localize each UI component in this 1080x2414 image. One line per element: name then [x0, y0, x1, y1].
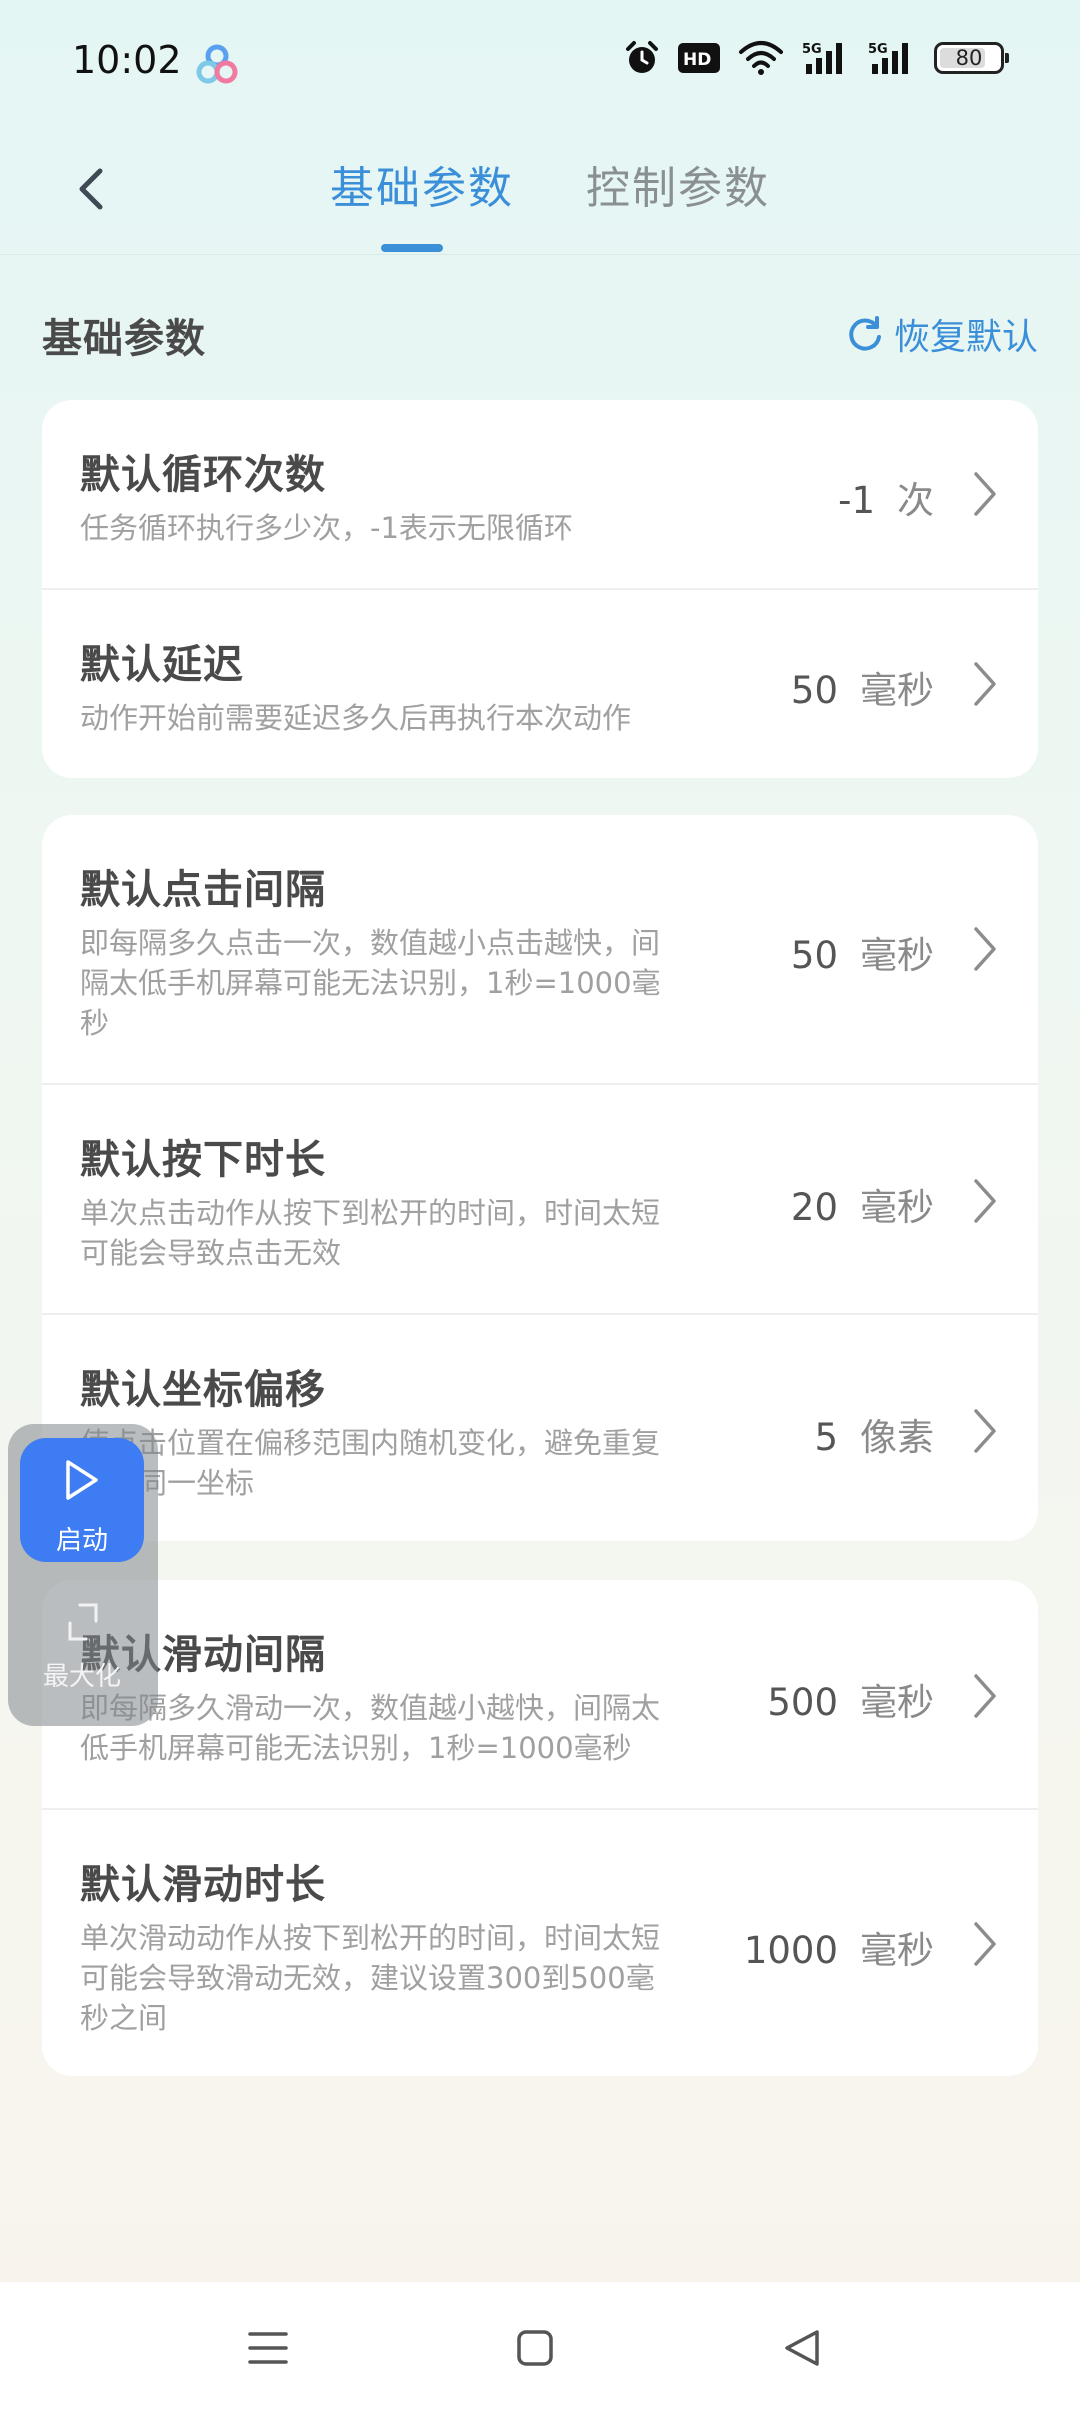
setting-value-unit: 毫秒 — [860, 1186, 934, 1229]
setting-value-number: 5 — [814, 1416, 838, 1459]
setting-value: 50 毫秒 — [791, 925, 934, 979]
chevron-right-icon — [974, 927, 996, 971]
chevron-right-icon — [974, 1674, 996, 1718]
settings-card-general: 默认循环次数 任务循环执行多少次，-1表示无限循环 -1 次 默认延迟 动作开始… — [42, 400, 1038, 778]
app-logo-icon — [196, 44, 238, 84]
status-bar: 10:02 HD 5G 5G 80 — [0, 0, 1080, 126]
settings-card-click: 默认点击间隔 即每隔多久点击一次，数值越小点击越快，间隔太低手机屏幕可能无法识别… — [42, 815, 1038, 1541]
svg-text:5G: 5G — [802, 42, 822, 57]
setting-value-unit: 毫秒 — [860, 669, 934, 712]
setting-value: -1 次 — [838, 470, 934, 524]
setting-value-number: -1 — [838, 479, 875, 522]
back-triangle-icon — [785, 2330, 819, 2366]
setting-value-unit: 毫秒 — [860, 934, 934, 977]
start-label: 启动 — [55, 1526, 108, 1556]
chevron-left-icon — [79, 168, 103, 210]
setting-row-swipe-interval[interactable]: 默认滑动间隔 即每隔多久滑动一次，数值越小越快，间隔太低手机屏幕可能无法识别，1… — [42, 1580, 1038, 1808]
setting-title: 默认延迟 — [80, 642, 244, 688]
chevron-right-icon — [974, 472, 996, 516]
section-title: 基础参数 — [42, 316, 206, 362]
5g-signal-icon: 5G — [802, 42, 842, 74]
setting-description: 使点击位置在偏移范围内随机变化，避免重复点击同一坐标 — [80, 1426, 661, 1500]
setting-row-loop-count[interactable]: 默认循环次数 任务循环执行多少次，-1表示无限循环 -1 次 — [42, 400, 1038, 588]
chevron-right-icon — [974, 1179, 996, 1223]
home-square-icon — [517, 2330, 553, 2366]
setting-row-press-duration[interactable]: 默认按下时长 单次点击动作从按下到松开的时间，时间太短可能会导致点击无效 20 … — [42, 1083, 1038, 1313]
restore-default-button[interactable]: 恢复默认 — [846, 308, 1038, 360]
setting-value: 500 毫秒 — [767, 1672, 934, 1726]
maximize-label: 最大化 — [42, 1662, 121, 1692]
5g-signal-icon: 5G — [868, 42, 908, 74]
chevron-right-icon — [974, 1922, 996, 1966]
battery-icon: 80 — [934, 42, 1009, 74]
settings-card-swipe: 默认滑动间隔 即每隔多久滑动一次，数值越小越快，间隔太低手机屏幕可能无法识别，1… — [42, 1580, 1038, 2076]
setting-description: 任务循环执行多少次，-1表示无限循环 — [80, 511, 573, 545]
refresh-icon — [849, 316, 881, 351]
floating-control-panel[interactable]: 启动 最大化 — [8, 1424, 158, 1726]
setting-title: 默认按下时长 — [80, 1137, 326, 1183]
hd-icon: HD — [678, 43, 720, 73]
tab-control-params[interactable]: 控制参数 — [586, 152, 770, 216]
nav-home-button[interactable] — [505, 2318, 565, 2378]
back-button[interactable] — [64, 158, 118, 220]
chevron-right-icon — [974, 662, 996, 706]
setting-value-unit: 毫秒 — [860, 1681, 934, 1724]
maximize-button[interactable]: 最大化 — [20, 1594, 144, 1714]
setting-title: 默认滑动时长 — [80, 1862, 326, 1908]
active-tab-indicator — [381, 244, 443, 252]
setting-value: 20 毫秒 — [791, 1177, 934, 1231]
tab-basic-params[interactable]: 基础参数 — [330, 152, 514, 216]
setting-title: 默认点击间隔 — [80, 867, 326, 913]
setting-row-swipe-duration[interactable]: 默认滑动时长 单次滑动动作从按下到松开的时间，时间太短可能会导致滑动无效，建议设… — [42, 1808, 1038, 2076]
setting-description: 动作开始前需要延迟多久后再执行本次动作 — [80, 701, 632, 735]
setting-description: 单次滑动动作从按下到松开的时间，时间太短可能会导致滑动无效，建议设置300到50… — [80, 1921, 661, 2035]
setting-row-coordinate-offset[interactable]: 默认坐标偏移 使点击位置在偏移范围内随机变化，避免重复点击同一坐标 5 像素 — [42, 1313, 1038, 1541]
battery-level: 80 — [955, 46, 983, 70]
maximize-icon — [68, 1603, 98, 1641]
menu-icon — [248, 2332, 288, 2364]
chevron-right-icon — [974, 1409, 996, 1453]
setting-value-number: 500 — [767, 1681, 838, 1724]
nav-back-button[interactable] — [772, 2318, 832, 2378]
setting-title: 默认坐标偏移 — [80, 1367, 326, 1413]
restore-default-label: 恢复默认 — [893, 317, 1038, 358]
setting-row-delay[interactable]: 默认延迟 动作开始前需要延迟多久后再执行本次动作 50 毫秒 — [42, 588, 1038, 778]
setting-value-number: 50 — [790, 934, 838, 977]
setting-value-number: 20 — [790, 1186, 838, 1229]
play-icon — [66, 1460, 98, 1500]
setting-value: 1000 毫秒 — [744, 1920, 934, 1974]
top-tab-bar: 基础参数 控制参数 — [0, 126, 1080, 255]
setting-value-number: 50 — [790, 669, 838, 712]
setting-value: 50 毫秒 — [791, 660, 934, 714]
wifi-icon — [739, 41, 783, 75]
setting-description: 单次点击动作从按下到松开的时间，时间太短可能会导致点击无效 — [80, 1196, 661, 1270]
svg-text:5G: 5G — [868, 42, 888, 57]
setting-title: 默认循环次数 — [80, 452, 326, 498]
setting-value: 5 像素 — [814, 1407, 934, 1461]
nav-menu-button[interactable] — [238, 2318, 298, 2378]
svg-text:HD: HD — [683, 50, 711, 70]
setting-value-unit: 像素 — [860, 1416, 934, 1459]
alarm-icon — [626, 41, 658, 73]
setting-row-click-interval[interactable]: 默认点击间隔 即每隔多久点击一次，数值越小点击越快，间隔太低手机屏幕可能无法识别… — [42, 815, 1038, 1083]
setting-value-number: 1000 — [743, 1929, 838, 1972]
start-button[interactable]: 启动 — [20, 1438, 144, 1562]
system-navigation-bar — [0, 2282, 1080, 2414]
setting-value-unit: 次 — [897, 479, 934, 522]
status-icons: HD 5G 5G 80 — [624, 40, 1009, 76]
setting-description: 即每隔多久滑动一次，数值越小越快，间隔太低手机屏幕可能无法识别，1秒=1000毫… — [80, 1691, 661, 1765]
setting-description: 即每隔多久点击一次，数值越小点击越快，间隔太低手机屏幕可能无法识别，1秒=100… — [80, 926, 661, 1040]
setting-value-unit: 毫秒 — [860, 1929, 934, 1972]
status-time: 10:02 — [72, 38, 182, 82]
